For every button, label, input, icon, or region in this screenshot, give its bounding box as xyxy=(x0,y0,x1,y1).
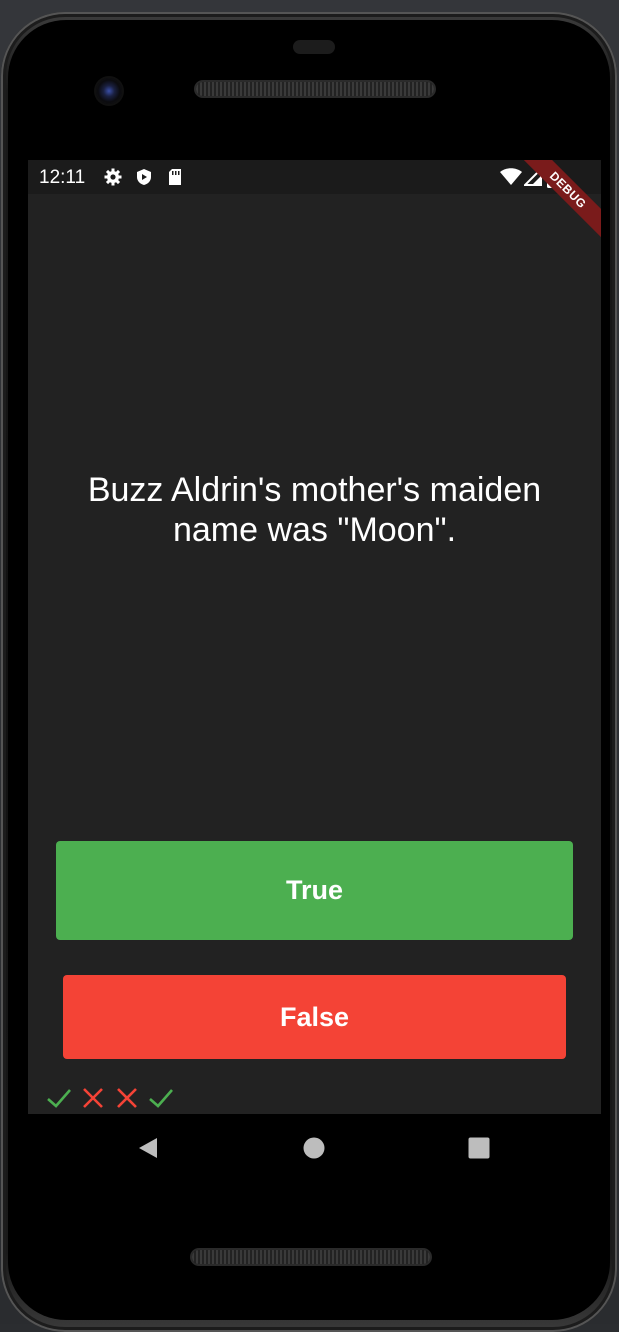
app-screen: 12:11 DEBUG Buzz Aldrin's mother's maide… xyxy=(28,160,601,1114)
wifi-icon xyxy=(500,168,522,186)
true-button[interactable]: True xyxy=(56,841,573,940)
check-icon xyxy=(44,1084,74,1112)
score-keeper xyxy=(44,1084,176,1112)
true-button-label: True xyxy=(285,875,344,905)
status-bar: 12:11 xyxy=(28,160,601,194)
back-icon[interactable] xyxy=(134,1134,162,1162)
question-text: Buzz Aldrin's mother's maiden name was "… xyxy=(87,471,542,549)
earpiece-slot xyxy=(293,40,335,54)
bottom-speaker-grille xyxy=(192,1250,430,1264)
shield-icon xyxy=(135,168,153,186)
sd-card-icon xyxy=(166,168,184,186)
home-icon[interactable] xyxy=(300,1134,328,1162)
navigation-bar xyxy=(28,1114,601,1182)
recents-icon[interactable] xyxy=(465,1134,493,1162)
status-time: 12:11 xyxy=(39,167,86,188)
front-camera xyxy=(96,78,122,104)
top-speaker-grille xyxy=(196,82,434,96)
close-icon xyxy=(112,1084,142,1112)
false-button[interactable]: False xyxy=(63,975,566,1059)
close-icon xyxy=(78,1084,108,1112)
false-button-label: False xyxy=(279,1001,350,1032)
check-icon xyxy=(146,1084,176,1112)
gear-icon xyxy=(104,168,122,186)
